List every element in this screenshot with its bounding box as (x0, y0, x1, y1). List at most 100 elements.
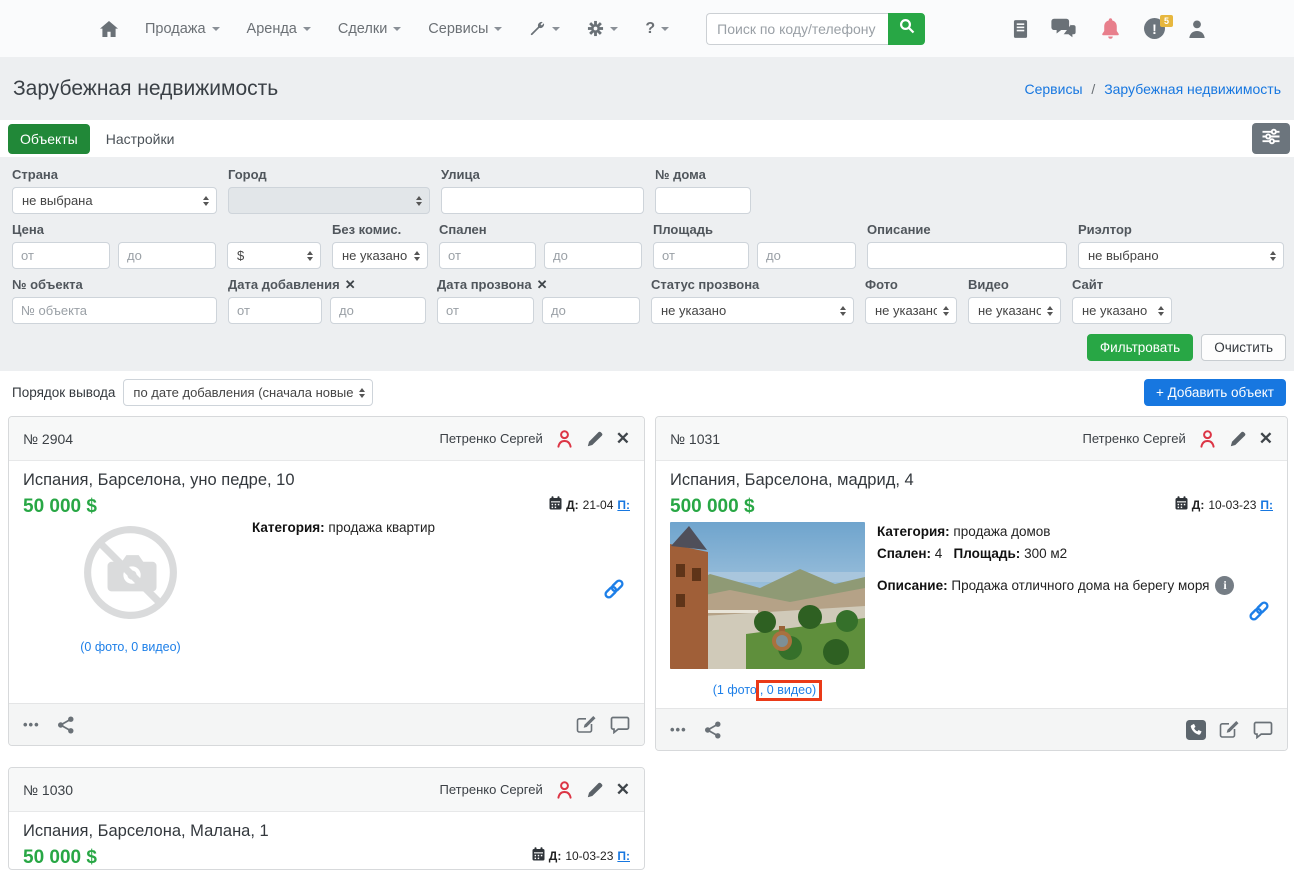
select-caret-icon (840, 305, 846, 316)
area-to-input[interactable] (757, 242, 856, 269)
description-input[interactable] (867, 242, 1067, 269)
menu-deals[interactable]: Сделки (338, 21, 402, 37)
tab-objects[interactable]: Объекты (8, 123, 90, 154)
filter-photo: Фото не указано (865, 277, 957, 324)
clear-button[interactable]: Очистить (1201, 334, 1286, 361)
edit-note-icon[interactable] (1219, 720, 1240, 739)
property-photo[interactable] (670, 522, 865, 669)
city-select[interactable] (228, 187, 430, 214)
object-number: № 2904 (23, 430, 74, 447)
price-from-input[interactable] (12, 242, 110, 269)
share-icon[interactable] (57, 716, 75, 734)
realtor-select[interactable]: не выбрано (1078, 242, 1284, 269)
object-number-input[interactable] (12, 297, 217, 324)
chevron-down-icon (393, 26, 402, 31)
house-number-input[interactable] (655, 187, 751, 214)
filter-row-2: Цена $ Без комис. не указано Спален Площ… (12, 222, 1286, 269)
clear-date-added-icon[interactable]: ✕ (345, 277, 356, 293)
notifications-bell-icon[interactable] (1100, 17, 1121, 40)
object-address: Испания, Барселона, Малана, 1 (23, 822, 269, 840)
clear-date-called-icon[interactable]: ✕ (537, 277, 548, 293)
card-body: Испания, Барселона, мадрид, 4 500 000 $ … (656, 461, 1287, 750)
menu-tools[interactable] (529, 20, 561, 37)
edit-note-icon[interactable] (576, 715, 597, 734)
price-to-input[interactable] (118, 242, 216, 269)
edit-pencil-icon[interactable] (1229, 430, 1247, 448)
object-price: 50 000 $ (23, 496, 97, 517)
phone-square-icon[interactable] (1186, 719, 1206, 740)
video-select[interactable]: не указано (968, 297, 1061, 324)
add-object-button[interactable]: + Добавить объект (1143, 379, 1286, 406)
breadcrumb-current-link[interactable]: Зарубежная недвижимость (1104, 81, 1281, 97)
edit-pencil-icon[interactable] (586, 430, 604, 448)
call-link[interactable]: П: (617, 849, 630, 863)
date-called-from-input[interactable] (437, 297, 534, 324)
object-card-2904: № 2904 Петренко Сергей ✕ Испания, Барсел… (8, 416, 645, 746)
date-added-to-input[interactable] (330, 297, 426, 324)
sort-select[interactable]: по дате добавления (сначала новые) (123, 379, 374, 406)
bedrooms-from-input[interactable] (439, 242, 536, 269)
alerts-button[interactable]: ! 5 (1144, 15, 1173, 39)
close-icon[interactable]: ✕ (616, 430, 630, 447)
object-cards-grid: № 2904 Петренко Сергей ✕ Испания, Барсел… (0, 416, 1294, 870)
close-icon[interactable]: ✕ (1259, 430, 1273, 447)
comment-icon[interactable] (1253, 721, 1273, 739)
profile-icon[interactable] (1188, 19, 1206, 39)
link-icon[interactable] (602, 577, 626, 601)
date-meta: Д: 21-04 П: (549, 496, 630, 513)
search-button[interactable] (888, 12, 926, 45)
currency-select[interactable]: $ (227, 242, 321, 269)
close-icon[interactable]: ✕ (616, 781, 630, 798)
no-photo-icon (82, 526, 179, 625)
site-select[interactable]: не указано (1072, 297, 1172, 324)
menu-help[interactable]: ? (645, 19, 670, 38)
home-icon (100, 20, 118, 37)
filter-call-status: Статус прозвона не указано (651, 277, 854, 324)
more-actions-icon[interactable]: ••• (23, 717, 40, 732)
media-count-link[interactable]: (0 фото, 0 видео) (23, 640, 238, 654)
calendar-icon (549, 496, 562, 513)
share-icon[interactable] (704, 721, 722, 739)
menu-sales[interactable]: Продажа (145, 21, 220, 37)
agent-contact-icon[interactable] (555, 428, 574, 449)
call-link[interactable]: П: (617, 498, 630, 512)
agent-contact-icon[interactable] (555, 779, 574, 800)
chevron-down-icon (302, 26, 311, 31)
bedrooms-to-input[interactable] (544, 242, 642, 269)
filter-row-1: Страна не выбрана Город Улица № дома (12, 167, 1286, 214)
calendar-icon (532, 847, 545, 864)
home-button[interactable] (100, 20, 118, 37)
journal-icon[interactable] (1013, 19, 1028, 39)
object-address: Испания, Барселона, уно педре, 10 (23, 471, 295, 489)
chat-icon[interactable] (1051, 18, 1077, 39)
tab-bar: Объекты Настройки (0, 120, 1294, 157)
media-count-link[interactable]: (1 фото, 0 видео) (670, 680, 865, 701)
breadcrumb-services-link[interactable]: Сервисы (1025, 81, 1083, 97)
filter-toggle-button[interactable] (1252, 123, 1290, 154)
street-input[interactable] (441, 187, 644, 214)
help-icon: ? (645, 19, 656, 37)
call-link[interactable]: П: (1260, 498, 1273, 512)
agent-contact-icon[interactable] (1198, 428, 1217, 449)
area-from-input[interactable] (653, 242, 749, 269)
call-status-select[interactable]: не указано (651, 297, 854, 324)
search-input[interactable] (706, 12, 889, 45)
more-actions-icon[interactable]: ••• (670, 722, 687, 737)
tab-settings[interactable]: Настройки (106, 131, 175, 147)
description-line: Описание: Продажа отличного дома на бере… (877, 576, 1273, 595)
date-added-from-input[interactable] (228, 297, 322, 324)
no-commission-select[interactable]: не указано (332, 242, 428, 269)
photo-select[interactable]: не указано (865, 297, 957, 324)
date-called-to-input[interactable] (542, 297, 640, 324)
comment-icon[interactable] (610, 716, 630, 734)
menu-services[interactable]: Сервисы (428, 21, 503, 37)
edit-pencil-icon[interactable] (586, 781, 604, 799)
menu-rent[interactable]: Аренда (247, 21, 311, 37)
media-column: (1 фото, 0 видео) (670, 522, 865, 701)
menu-settings[interactable] (587, 20, 619, 37)
filter-button[interactable]: Фильтровать (1086, 334, 1194, 361)
country-select[interactable]: не выбрана (12, 187, 217, 214)
info-icon[interactable]: i (1215, 576, 1235, 595)
link-icon[interactable] (1247, 599, 1271, 623)
agent-name: Петренко Сергей (439, 431, 543, 446)
